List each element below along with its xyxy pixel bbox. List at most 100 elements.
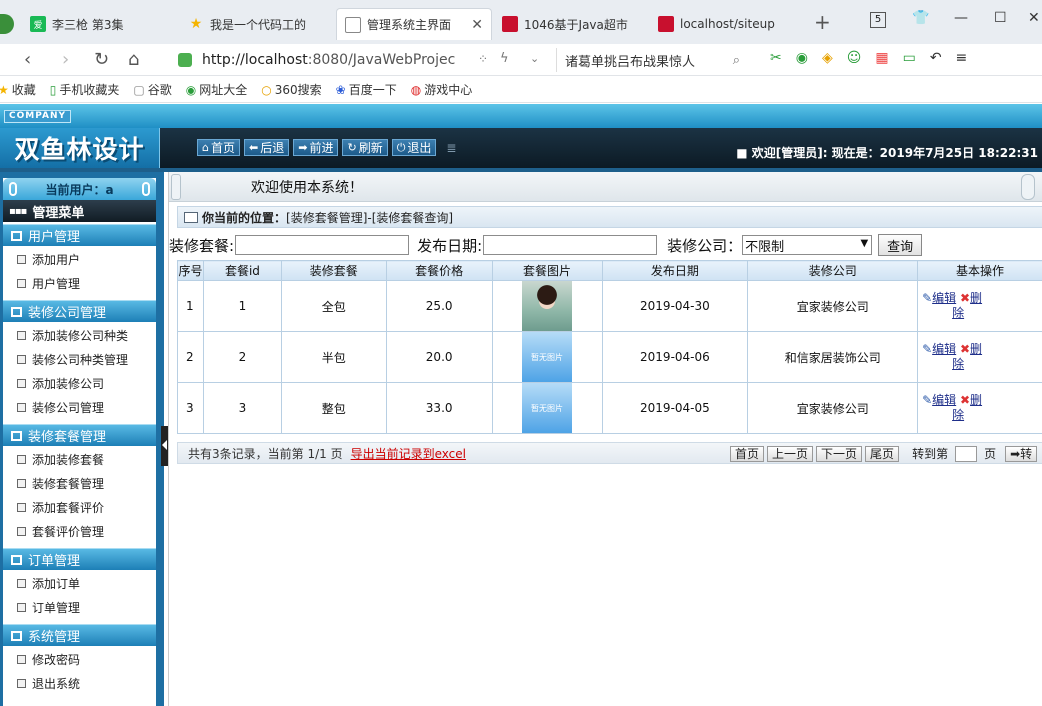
grid-icon: ▪▪▪ [9, 205, 27, 217]
apps-icon[interactable]: ▦ [875, 50, 888, 66]
bookmark-google[interactable]: ▢ 谷歌 [133, 81, 171, 98]
translate-icon[interactable]: ◉ [796, 50, 808, 66]
package-thumbnail[interactable] [522, 281, 573, 331]
browser-search-input[interactable]: 诸葛单挑吕布战果惊人 ⌕ [556, 48, 746, 72]
nav-back-button[interactable]: ⬅ 后退 [244, 139, 290, 156]
item-icon [17, 654, 26, 664]
query-button[interactable]: 查询 [878, 234, 923, 256]
close-window-icon[interactable]: ✕ [1028, 10, 1040, 26]
bookmark-360[interactable]: ○ 360搜索 [261, 81, 321, 98]
tab-5[interactable]: localhost/siteup [650, 8, 800, 40]
prev-page-button[interactable]: 上一页 [767, 445, 814, 462]
nav-refresh-button[interactable]: ↻ 刷新 [342, 139, 388, 156]
delete-link-top[interactable]: 删 [970, 291, 982, 305]
forward-arrow-icon[interactable]: › [62, 49, 69, 70]
col-company: 装修公司 [747, 260, 919, 281]
cell-date: 2019-04-05 [601, 382, 749, 434]
go-button[interactable]: ➡转 [1005, 445, 1038, 462]
sidebar-item-order-mgmt[interactable]: 订单管理 [3, 595, 156, 619]
menu-icon[interactable]: ≡ [956, 50, 968, 66]
sidebar-item-change-password[interactable]: 修改密码 [3, 647, 156, 671]
tab-2[interactable]: ★ 我是一个代码工的 [180, 8, 330, 40]
tab-1[interactable]: 爱 李三枪 第3集 [22, 8, 172, 40]
sidebar-item-logout[interactable]: 退出系统 [3, 671, 156, 695]
reload-icon[interactable]: ↻ [94, 49, 109, 70]
welcome-user-text: ■ 欢迎[管理员]: 现在是：2019年7月25日 18:22:31 [736, 146, 1038, 160]
first-page-button[interactable]: 首页 [730, 445, 765, 462]
tab-count-badge[interactable]: 5 [870, 12, 886, 28]
sidebar-item-add-review[interactable]: 添加套餐评价 [3, 495, 156, 519]
maximize-icon[interactable]: ☐ [994, 10, 1007, 26]
shirt-icon[interactable]: 👕 [912, 10, 929, 26]
search-icon[interactable]: ⌕ [733, 53, 740, 68]
bookmark-favorites[interactable]: ★ 收藏 [0, 81, 36, 98]
delete-link-top[interactable]: 删 [970, 393, 982, 407]
nav-exit-button[interactable]: ⏻ 退出 [391, 139, 437, 156]
item-icon [17, 602, 26, 612]
export-excel-link[interactable]: 导出当前记录到excel [351, 445, 466, 462]
scissors-icon[interactable]: ✂ [770, 50, 782, 66]
group-system-mgmt[interactable]: 系统管理 [3, 624, 156, 646]
next-page-button[interactable]: 下一页 [816, 445, 863, 462]
package-input[interactable] [235, 235, 410, 255]
sidebar-item-add-company-type[interactable]: 添加装修公司种类 [3, 323, 156, 347]
sidebar-item-company-type-mgmt[interactable]: 装修公司种类管理 [3, 347, 156, 371]
tab-3[interactable]: 管理系统主界面 ✕ [336, 8, 492, 40]
nav-home-button[interactable]: ⌂ 首页 [197, 139, 240, 156]
sidebar: 当前用户：a ▪▪▪ 管理菜单 用户管理 添加用户 用户管理 装修公司管理 添加装… [0, 172, 164, 706]
cell-no: 2 [177, 331, 204, 383]
nav-forward-button[interactable]: ➡ 前进 [293, 139, 339, 156]
coupon-icon[interactable]: ◈ [822, 50, 833, 66]
sidebar-item-add-company[interactable]: 添加装修公司 [3, 371, 156, 395]
delete-link-bottom[interactable]: 除 [952, 357, 964, 371]
sidebar-item-add-order[interactable]: 添加订单 [3, 571, 156, 595]
date-label: 发布日期: [417, 236, 483, 255]
close-tab-icon[interactable]: ✕ [465, 17, 483, 33]
date-input[interactable] [483, 235, 658, 255]
tab-4[interactable]: 1046基于Java超市 [494, 8, 644, 40]
delete-link-bottom[interactable]: 除 [952, 408, 964, 422]
no-image-thumbnail[interactable]: 暂无图片 [522, 332, 573, 382]
delete-link-bottom[interactable]: 除 [952, 306, 964, 320]
battery-icon[interactable]: ▭ [903, 50, 916, 66]
delete-x-icon: ✖ [959, 291, 971, 305]
minimize-icon[interactable]: — [954, 10, 968, 26]
edit-link[interactable]: 编辑 [932, 342, 956, 356]
app-frame: COMPANY 双鱼林设计 ⌂ 首页 ⬅ 后退 ➡ 前进 ↻ 刷新 ⏻ 退出 ≣ ■ 欢迎… [0, 104, 1042, 706]
sidebar-item-add-user[interactable]: 添加用户 [3, 247, 156, 271]
bookmark-sites[interactable]: ◉ 网址大全 [186, 81, 248, 98]
no-image-thumbnail[interactable]: 暂无图片 [522, 383, 573, 433]
url-field[interactable]: http://localhost:8080/JavaWebProjec [178, 48, 548, 72]
sidebar-item-add-package[interactable]: 添加装修套餐 [3, 447, 156, 471]
cell-company: 宜家装修公司 [747, 382, 919, 434]
last-page-button[interactable]: 尾页 [865, 445, 900, 462]
pager-buttons: 首页 上一页 下一页 尾页 转到第 页 ➡转 [730, 445, 1038, 462]
sidebar-item-user-mgmt[interactable]: 用户管理 [3, 271, 156, 295]
game-controller-icon[interactable]: ☺ [847, 50, 862, 66]
group-package-mgmt[interactable]: 装修套餐管理 [3, 424, 156, 446]
goto-page-input[interactable] [955, 445, 978, 462]
cell-name: 整包 [280, 382, 387, 434]
new-tab-button[interactable]: + [814, 10, 831, 34]
csdn-icon [502, 16, 518, 32]
edit-link[interactable]: 编辑 [932, 393, 956, 407]
grid-apps-icon[interactable]: ⁘ [478, 52, 488, 66]
dropdown-chevron-icon[interactable]: ⌄ [530, 52, 539, 65]
bookmark-baidu[interactable]: ❀ 百度一下 [336, 81, 397, 98]
bookmark-games[interactable]: ◍ 游戏中心 [411, 81, 473, 98]
lightning-icon[interactable]: ϟ [500, 51, 509, 66]
sidebar-collapse-handle[interactable] [161, 426, 168, 466]
group-user-mgmt[interactable]: 用户管理 [3, 224, 156, 246]
company-select[interactable]: 不限制 ▼ [742, 235, 873, 255]
sidebar-item-review-mgmt[interactable]: 套餐评价管理 [3, 519, 156, 543]
sidebar-item-company-mgmt[interactable]: 装修公司管理 [3, 395, 156, 419]
back-arrow-icon[interactable]: ‹ [24, 49, 31, 70]
undo-icon[interactable]: ↶ [930, 50, 942, 66]
edit-link[interactable]: 编辑 [932, 291, 956, 305]
group-order-mgmt[interactable]: 订单管理 [3, 548, 156, 570]
delete-link-top[interactable]: 删 [970, 342, 982, 356]
sidebar-item-package-mgmt[interactable]: 装修套餐管理 [3, 471, 156, 495]
group-company-mgmt[interactable]: 装修公司管理 [3, 300, 156, 322]
home-page-icon[interactable]: ⌂ [128, 49, 139, 70]
bookmark-mobile[interactable]: ▯ 手机收藏夹 [50, 81, 120, 98]
